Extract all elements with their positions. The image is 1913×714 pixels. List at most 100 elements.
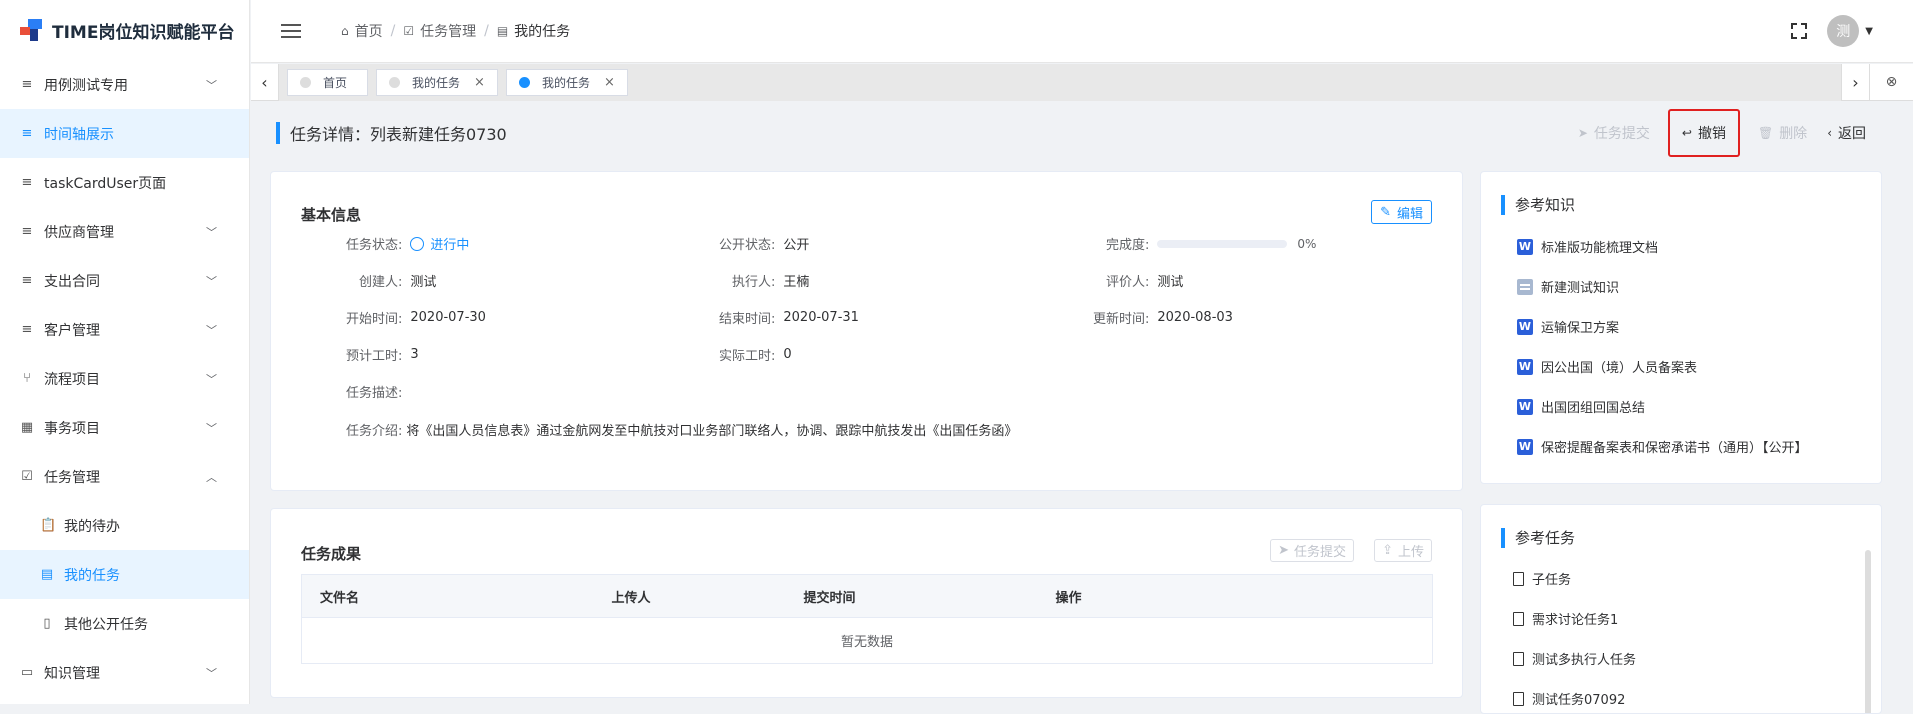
menu-icon: ≡ xyxy=(21,224,33,239)
status-label: 任务状态: xyxy=(346,238,403,253)
knowledge-item[interactable]: W 因公出国（境）人员备案表 xyxy=(1517,357,1697,376)
sidebar-item[interactable]: ≡ 供应商管理 ﹀ xyxy=(0,207,249,256)
reference-task-item[interactable]: 测试任务07092 xyxy=(1513,689,1625,708)
end-time-value: 2020-07-31 xyxy=(783,310,859,325)
tab-label: 首页 xyxy=(323,75,348,90)
sidebar-item[interactable]: ▭ 知识管理 ﹀ xyxy=(0,648,249,697)
breadcrumb-home[interactable]: 首页 xyxy=(355,21,383,41)
edit-button[interactable]: ✎ 编辑 xyxy=(1371,200,1432,224)
fullscreen-icon[interactable] xyxy=(1791,23,1808,39)
knowledge-item-label: 出国团组回国总结 xyxy=(1541,401,1646,416)
sidebar-item-label: 支出合同 xyxy=(44,273,100,290)
send-icon: ➤ xyxy=(1577,126,1588,140)
clipboard-icon: 📋 xyxy=(40,518,57,533)
sidebar-item[interactable]: ≡ 支出合同 ﹀ xyxy=(0,256,249,305)
chevron-left-icon: ‹ xyxy=(1827,126,1832,140)
caret-down-icon[interactable]: ▼ xyxy=(1865,26,1873,37)
sidebar-item[interactable]: ≡ taskCardUser页面 xyxy=(0,158,249,207)
back-button[interactable]: ‹ 返回 xyxy=(1817,118,1876,148)
reviewer-value: 测试 xyxy=(1157,275,1184,290)
sidebar-item-label: 知识管理 xyxy=(44,665,100,682)
description-field: 任务描述: xyxy=(346,382,402,401)
hamburger-icon[interactable] xyxy=(281,20,301,42)
close-icon[interactable]: × xyxy=(604,75,615,90)
submit-task-button[interactable]: ➤ 任务提交 xyxy=(1568,118,1660,148)
sidebar-item[interactable]: ⑂ 流程项目 ﹀ xyxy=(0,354,249,403)
avatar[interactable]: 测 xyxy=(1827,15,1860,47)
start-time-label: 开始时间: xyxy=(346,312,403,327)
task-results-card: 任务成果 ➤ 任务提交 ⇪ 上传 文件名 上传人 提交时间 操作 暂无数据 xyxy=(270,508,1463,698)
results-submit-button[interactable]: ➤ 任务提交 xyxy=(1270,539,1354,562)
reference-task-item[interactable]: 测试多执行人任务 xyxy=(1513,649,1636,668)
chevron-down-icon: ﹀ xyxy=(206,78,217,92)
column-header-actions: 操作 xyxy=(1037,574,1433,618)
scrollbar[interactable] xyxy=(1865,550,1871,713)
basic-info-card: 基本信息 ✎ 编辑 任务状态: 进行中 公开状态: 公开 完成度: 0% 创建人… xyxy=(270,171,1463,491)
edit-icon: ✎ xyxy=(1380,204,1391,220)
sidebar-item-label: taskCardUser页面 xyxy=(44,175,167,192)
sidebar-item-label: 其他公开任务 xyxy=(64,616,148,633)
public-field: 公开状态: 公开 xyxy=(719,234,809,253)
sidebar-item-label: 事务项目 xyxy=(44,420,100,437)
sidebar-item[interactable]: ▦ 事务项目 ﹀ xyxy=(0,403,249,452)
word-icon: W xyxy=(1517,238,1533,255)
knowledge-item[interactable]: W 标准版功能梳理文档 xyxy=(1517,237,1658,256)
sidebar-item-label: 我的任务 xyxy=(64,567,120,584)
sidebar: TIME岗位知识赋能平台 ≡ 用例测试专用 ﹀ ≡ 时间轴展示 ≡ taskCardUser… xyxy=(0,0,250,704)
close-icon[interactable]: × xyxy=(474,75,485,90)
estimated-hours-label: 预计工时: xyxy=(346,349,403,364)
knowledge-item[interactable]: W 运输保卫方案 xyxy=(1517,317,1619,336)
clock-icon xyxy=(410,236,425,251)
reference-tasks-title: 参考任务 xyxy=(1501,527,1575,548)
knowledge-item[interactable]: 新建测试知识 xyxy=(1517,277,1619,296)
submit-task-label: 任务提交 xyxy=(1593,126,1650,142)
tab[interactable]: 我的任务 × xyxy=(505,68,628,96)
knowledge-item[interactable]: W 保密提醒备案表和保密承诺书（通用）【公开】 xyxy=(1517,437,1808,456)
sidebar-item[interactable]: ▤ 我的任务 xyxy=(0,550,249,599)
file-icon xyxy=(1513,651,1524,666)
file-icon xyxy=(1513,571,1524,586)
reference-task-item[interactable]: 子任务 xyxy=(1513,569,1571,588)
undo-button[interactable]: ↩ 撤销 xyxy=(1667,109,1740,157)
sidebar-item[interactable]: ≡ 客户管理 ﹀ xyxy=(0,305,249,354)
sidebar-item-label: 客户管理 xyxy=(44,322,100,339)
home-icon: ⌂ xyxy=(341,24,349,38)
update-time-label: 更新时间: xyxy=(1093,312,1150,327)
progress-label: 完成度: xyxy=(1106,238,1150,253)
status-badge: 进行中 xyxy=(410,234,469,253)
reference-task-item[interactable]: 需求讨论任务1 xyxy=(1513,609,1618,628)
results-submit-label: 任务提交 xyxy=(1293,545,1346,560)
chevron-down-icon: ﹀ xyxy=(206,666,217,680)
upload-button[interactable]: ⇪ 上传 xyxy=(1374,539,1432,562)
status-field: 任务状态: 进行中 xyxy=(346,234,469,253)
progress-text: 0% xyxy=(1297,236,1317,251)
sidebar-item[interactable]: ☑ 任务管理 ︿ xyxy=(0,452,249,501)
sidebar-item[interactable]: 📋 我的待办 xyxy=(0,501,249,550)
tab[interactable]: 首页 xyxy=(287,68,369,96)
table-empty-row: 暂无数据 xyxy=(301,617,1433,664)
introduction-label: 任务介绍: xyxy=(346,424,403,439)
reference-task-label: 测试多执行人任务 xyxy=(1532,653,1637,668)
chevron-down-icon: ﹀ xyxy=(206,372,217,386)
undo-label: 撤销 xyxy=(1697,126,1726,142)
delete-button[interactable]: 🗑 删除 xyxy=(1748,118,1817,148)
tab-label: 我的任务 xyxy=(412,75,461,90)
knowledge-item[interactable]: W 出国团组回国总结 xyxy=(1517,397,1645,416)
reference-tasks-title-text: 参考任务 xyxy=(1515,529,1576,547)
basic-info-title: 基本信息 xyxy=(301,206,362,224)
sidebar-item[interactable]: ▯ 其他公开任务 xyxy=(0,599,249,648)
tabs-scroll-right-icon[interactable]: › xyxy=(1841,63,1869,101)
tabs-scroll-left-icon[interactable]: ‹ xyxy=(251,63,279,101)
tab[interactable]: 我的任务 × xyxy=(376,68,498,96)
start-time-field: 开始时间: 2020-07-30 xyxy=(346,308,486,327)
sidebar-item[interactable]: ≡ 时间轴展示 xyxy=(0,109,249,158)
sidebar-item-label: 时间轴展示 xyxy=(44,126,114,143)
reference-task-label: 测试任务07092 xyxy=(1532,693,1626,708)
chevron-up-icon: ︿ xyxy=(206,470,217,484)
breadcrumb-task-management[interactable]: 任务管理 xyxy=(420,21,476,41)
reference-tasks-card: 参考任务 子任务需求讨论任务1 测试多执行人任务 测试任务07092 xyxy=(1480,504,1882,714)
creator-label: 创建人: xyxy=(359,275,403,290)
close-all-tabs-icon[interactable]: ⊗ xyxy=(1869,63,1913,101)
app-logo[interactable]: TIME岗位知识赋能平台 xyxy=(0,0,249,60)
sidebar-item[interactable]: ≡ 用例测试专用 ﹀ xyxy=(0,60,249,109)
